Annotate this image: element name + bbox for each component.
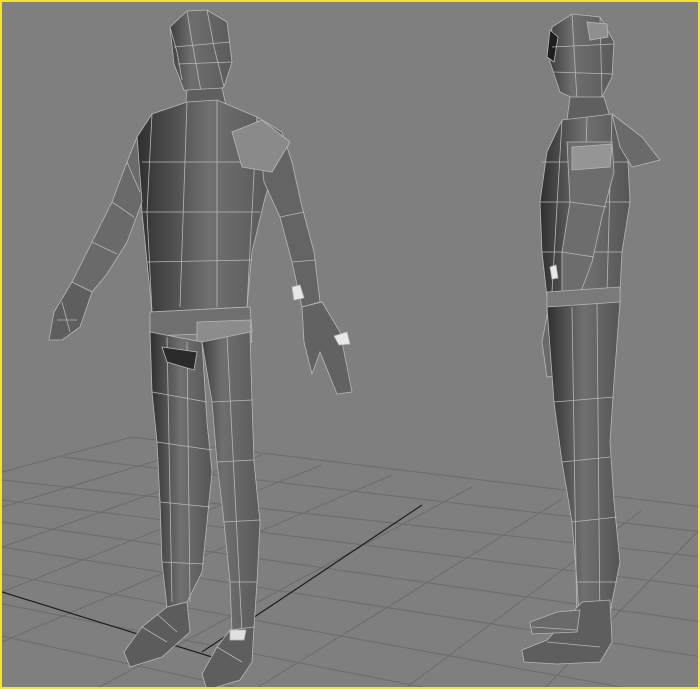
- viewport-canvas[interactable]: [2, 2, 700, 689]
- world-axes: [2, 504, 423, 658]
- character-front-view[interactable]: [48, 9, 353, 689]
- character-side-view[interactable]: [521, 13, 661, 665]
- 3d-viewport[interactable]: [0, 0, 700, 689]
